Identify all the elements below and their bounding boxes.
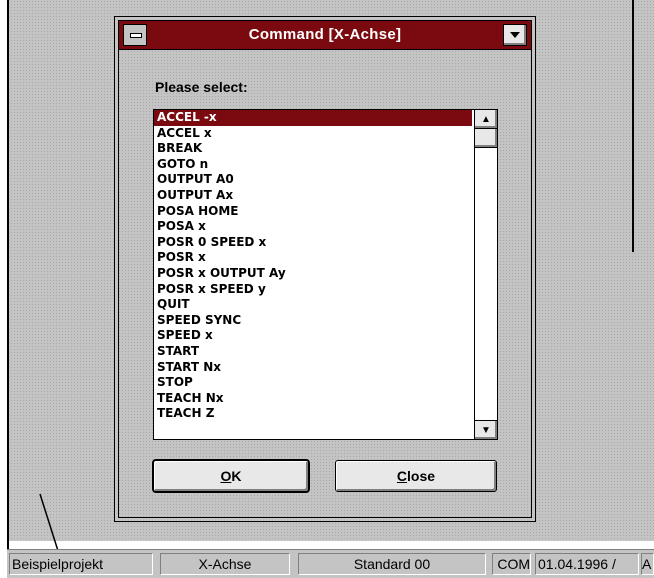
list-item[interactable]: POSA x [154, 219, 472, 235]
list-item[interactable]: OUTPUT Ax [154, 188, 472, 204]
list-item[interactable]: POSR x SPEED y [154, 282, 472, 298]
list-item[interactable]: QUIT [154, 297, 472, 313]
list-item[interactable]: TEACH Z [154, 406, 472, 422]
list-item[interactable]: SPEED SYNC [154, 313, 472, 329]
scroll-thumb[interactable] [475, 129, 497, 148]
list-item[interactable]: BREAK [154, 141, 472, 157]
status-project: Beispielprojekt [9, 553, 153, 575]
list-item[interactable]: POSR 0 SPEED x [154, 235, 472, 251]
command-dialog: Command [X-Achse] Please select: ACCEL -… [114, 16, 536, 522]
close-mnemonic: C [396, 468, 408, 484]
list-item[interactable]: POSR x OUTPUT Ay [154, 266, 472, 282]
close-label-rest: lose [407, 468, 436, 484]
status-extra: A [641, 553, 654, 575]
chevron-down-icon[interactable] [503, 24, 527, 46]
status-axis: X-Achse [160, 553, 290, 575]
status-date: 01.04.1996 / [535, 553, 639, 575]
list-item[interactable]: POSA HOME [154, 204, 472, 220]
window-border-left [7, 0, 9, 549]
list-item[interactable]: GOTO n [154, 157, 472, 173]
list-item[interactable]: START [154, 344, 472, 360]
select-prompt: Please select: [155, 79, 248, 95]
dialog-titlebar[interactable]: Command [X-Achse] [119, 21, 531, 50]
ok-button[interactable]: OK [153, 460, 309, 492]
list-item[interactable]: START Nx [154, 360, 472, 376]
status-port: COM [492, 553, 531, 575]
list-item[interactable]: OUTPUT A0 [154, 172, 472, 188]
command-list: ACCEL -x ACCEL x BREAK GOTO n OUTPUT A0 OUTPU… [154, 110, 472, 422]
command-listbox[interactable]: ACCEL -x ACCEL x BREAK GOTO n OUTPUT A0 OUTPU… [153, 109, 498, 440]
system-menu-icon[interactable] [123, 24, 147, 46]
close-button[interactable]: Close [335, 460, 497, 492]
window-border-right [632, 0, 634, 252]
list-item[interactable]: STOP [154, 375, 472, 391]
ok-label-rest: K [231, 468, 242, 484]
scrollbar[interactable]: ▲ ▼ [474, 110, 497, 439]
list-item[interactable]: ACCEL x [154, 126, 472, 142]
list-item[interactable]: TEACH Nx [154, 391, 472, 407]
ok-mnemonic: O [220, 468, 232, 484]
list-item[interactable]: SPEED x [154, 328, 472, 344]
scroll-down-icon[interactable]: ▼ [475, 420, 497, 439]
scroll-up-icon[interactable]: ▲ [475, 110, 497, 129]
list-item[interactable]: ACCEL -x [154, 110, 472, 126]
status-bar: Beispielprojekt X-Achse Standard 00 COM … [7, 549, 654, 578]
dialog-title: Command [X-Achse] [248, 26, 402, 43]
list-item[interactable]: POSR x [154, 250, 472, 266]
status-standard: Standard 00 [298, 553, 486, 575]
